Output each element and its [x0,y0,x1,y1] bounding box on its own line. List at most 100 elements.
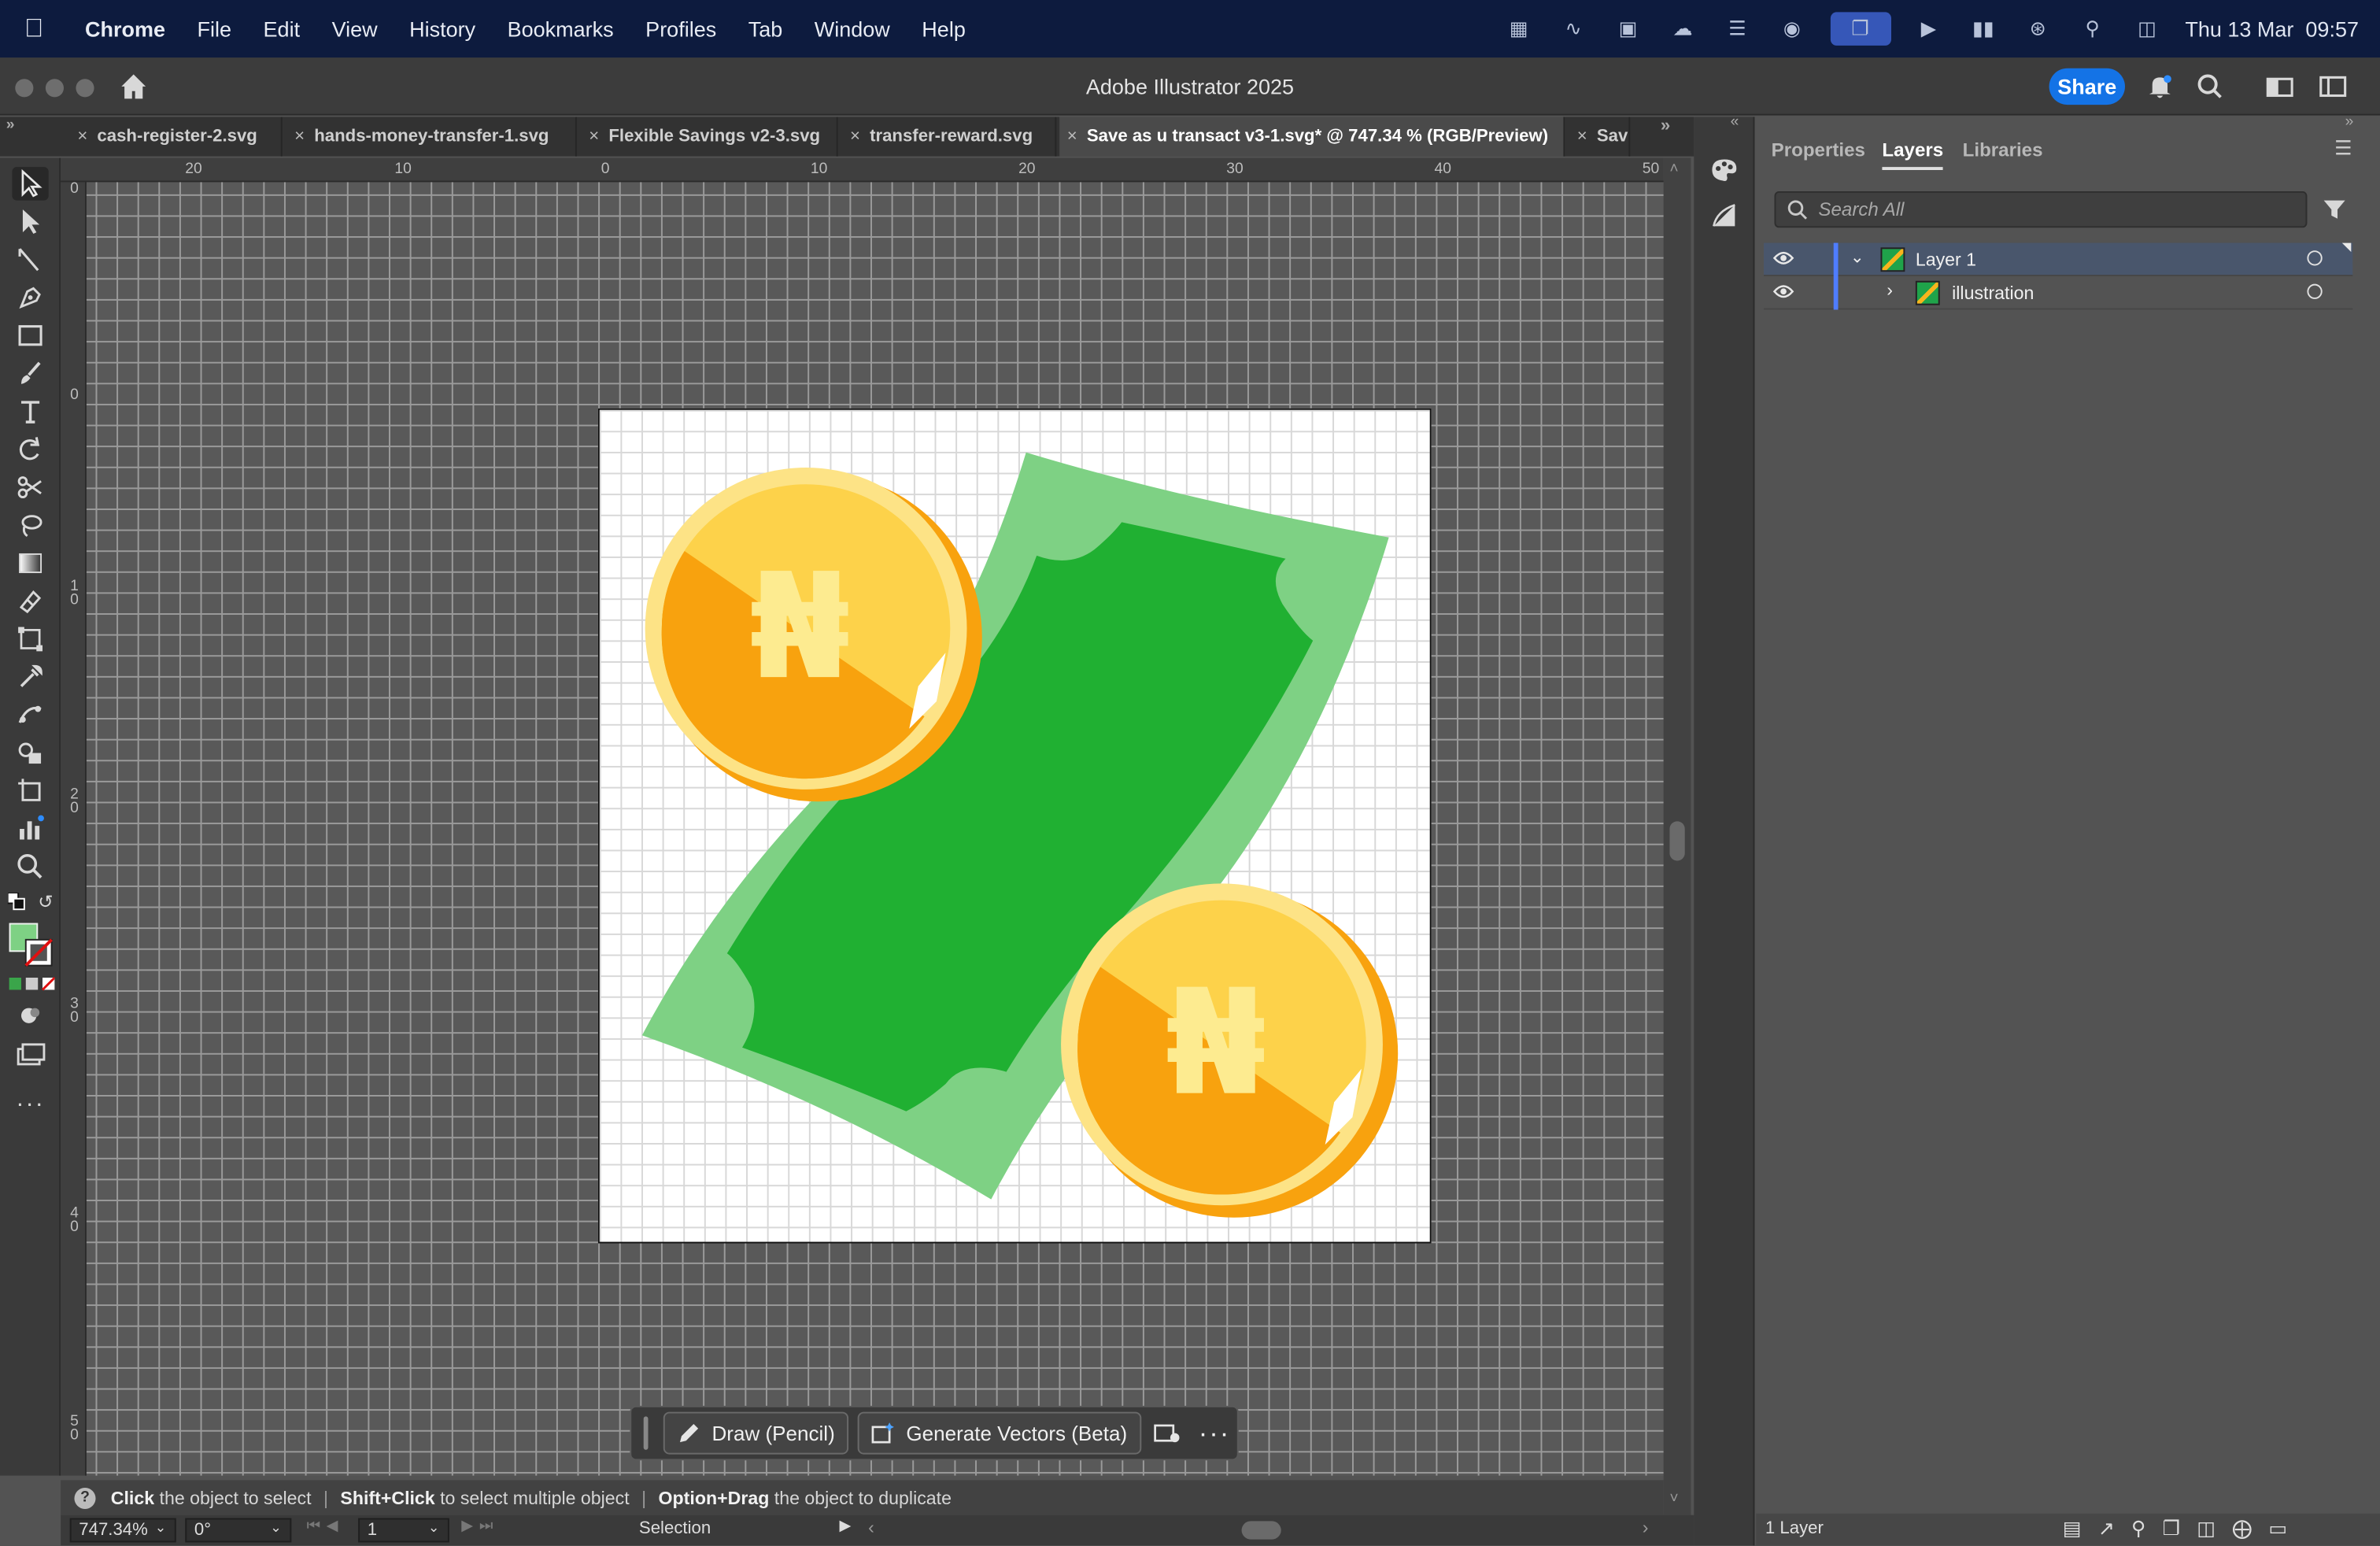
close-tab-icon[interactable]: × [1577,117,1587,157]
swap-colors-icon[interactable]: ↺ [38,891,53,912]
lasso-tool-icon[interactable] [12,509,48,542]
app-icon[interactable]: ▣ [1611,15,1644,43]
screen-mirror-icon[interactable]: ❐ [1830,12,1891,46]
figma-icon[interactable]: ▦ [1502,15,1536,43]
paintbrush-tool-icon[interactable] [12,357,48,390]
artboard[interactable]: ₦ ₦ [597,408,1432,1244]
stroke-color-swatch[interactable] [24,938,54,967]
pen-tool-icon[interactable] [12,281,48,314]
search-icon[interactable] [2197,73,2224,101]
tab-overflow[interactable]: × Sav [1569,117,1631,157]
task-bar-settings-icon[interactable] [1153,1421,1181,1445]
tab-properties[interactable]: Properties [1772,134,1865,170]
creative-cloud-icon[interactable]: ☁ [1666,15,1699,43]
close-tab-icon[interactable]: × [589,117,599,157]
close-tab-icon[interactable]: × [1067,117,1077,157]
collapse-panel-icon[interactable]: » [2345,114,2354,131]
direct-selection-tool-icon[interactable] [12,205,48,238]
line-tool-icon[interactable] [12,243,48,276]
layer-row-illustration[interactable]: › illustration [1764,276,2353,310]
free-transform-tool-icon[interactable] [12,623,48,656]
rectangle-tool-icon[interactable] [12,319,48,352]
scrollbar-thumb[interactable] [1669,821,1685,861]
type-tool-icon[interactable] [12,394,48,427]
default-colors-icon[interactable] [7,893,26,911]
task-bar-more-icon[interactable]: ··· [1199,1417,1230,1449]
layer-action-icons[interactable]: ▤↗⚲❐◫⨁▭ [2063,1517,2304,1541]
horizontal-ruler[interactable]: 20 10 0 10 20 30 40 50 [61,157,1664,183]
artboard-dropdown-icon[interactable]: ⌄ [428,1520,440,1537]
menu-history[interactable]: History [409,17,475,41]
scroll-down-icon[interactable]: ˅ [1669,1491,1678,1507]
puppet-warp-tool-icon[interactable] [12,698,48,731]
tab-cash-register[interactable]: × cash-register-2.svg [70,117,283,157]
shape-builder-tool-icon[interactable] [12,736,48,769]
battery-icon[interactable]: ▮▮ [1967,15,2000,43]
layers-search-input[interactable]: Search All [1774,191,2308,228]
appearance-panel-icon[interactable] [1711,202,1739,230]
wifi-icon[interactable]: ⊛ [2021,15,2054,43]
tab-layers[interactable]: Layers [1882,134,1944,170]
menu-app-chrome[interactable]: Chrome [85,17,165,41]
layer-name[interactable]: Layer 1 [1916,249,1976,270]
selection-tool-icon[interactable] [12,167,49,201]
vertical-ruler[interactable]: 0 0 1 0 2 0 3 0 4 0 5 0 [61,181,87,1476]
more-tabs-icon[interactable]: » [1661,117,1670,135]
color-theme-panel-icon[interactable] [1709,157,1740,184]
filter-icon[interactable] [2323,198,2347,222]
eraser-tool-icon[interactable] [12,585,48,618]
graph-tool-icon[interactable] [12,812,48,845]
menu-help[interactable]: Help [922,17,966,41]
chevron-right-icon[interactable]: › [1887,279,1893,301]
share-button[interactable]: Share [2049,68,2125,105]
scroll-left-icon[interactable]: ‹ [868,1517,874,1538]
first-prev-artboard-icons[interactable]: ⏮◀ [307,1518,345,1535]
eyedropper-tool-icon[interactable] [12,660,48,693]
generate-vectors-button[interactable]: Generate Vectors (Beta) [857,1411,1141,1455]
task-bar-grip[interactable] [643,1416,649,1450]
horizontal-scroll-thumb[interactable] [1241,1521,1281,1540]
next-last-artboard-icons[interactable]: ▶⏭ [461,1518,499,1535]
apple-menu-icon[interactable]:  [24,13,70,44]
spotlight-icon[interactable]: ⚲ [2076,15,2109,43]
zoom-dropdown-icon[interactable]: ⌄ [155,1520,167,1537]
collapse-toolbar-icon[interactable]: » [6,117,15,134]
tab-hands-money-transfer[interactable]: × hands-money-transfer-1.svg [287,117,577,157]
gradient-tool-icon[interactable] [12,546,48,579]
scroll-right-icon[interactable]: › [1643,1517,1649,1538]
rotate-tool-icon[interactable] [12,433,48,466]
collapse-dock-icon[interactable]: « [1731,114,1739,131]
edit-toolbar-icon[interactable]: ··· [12,1089,48,1122]
close-tab-icon[interactable]: × [77,117,87,157]
workspace-switcher-icon[interactable] [2266,75,2293,99]
chevron-down-icon[interactable]: ⌄ [1850,247,1864,267]
layer-row-layer-1[interactable]: ⌄ Layer 1 [1764,242,2353,276]
zoom-tool-icon[interactable] [12,850,48,883]
layers-app-icon[interactable]: ☰ [1720,15,1754,43]
screen-mode-icon[interactable] [12,1038,48,1071]
tab-transfer-reward[interactable]: × transfer-reward.svg [842,117,1057,157]
cc-sync-icon[interactable]: ◉ [1776,15,1809,43]
target-circle-icon[interactable] [2307,250,2323,266]
activity-icon[interactable]: ∿ [1557,15,1590,43]
close-tab-icon[interactable]: × [850,117,860,157]
layer-name[interactable]: illustration [1952,283,2034,304]
eye-icon[interactable] [1772,249,1794,267]
artboard-tool-icon[interactable] [12,775,48,808]
panel-menu-icon[interactable]: ☰ [2334,137,2352,161]
tab-flexible-savings[interactable]: × Flexible Savings v2-3.svg [582,117,838,157]
rotation-dropdown-icon[interactable]: ⌄ [270,1520,282,1537]
tool-menu-icon[interactable]: ▶ [840,1518,852,1535]
menu-file[interactable]: File [198,17,232,41]
menu-edit[interactable]: Edit [264,17,301,41]
menu-tab[interactable]: Tab [748,17,783,41]
tab-save-as-u-transact[interactable]: × Save as u transact v3-1.svg* @ 747.34 %… [1059,117,1565,157]
menu-view[interactable]: View [332,17,378,41]
play-icon[interactable]: ▶ [1912,15,1945,43]
eye-icon[interactable] [1772,283,1794,301]
scroll-up-icon[interactable]: ˄ [1669,161,1678,177]
draw-mode-icon[interactable] [12,999,48,1032]
canvas-vertical-scrollbar[interactable]: ˄ ˅ [1663,157,1691,1515]
scissors-tool-icon[interactable] [12,471,48,504]
close-tab-icon[interactable]: × [294,117,305,157]
